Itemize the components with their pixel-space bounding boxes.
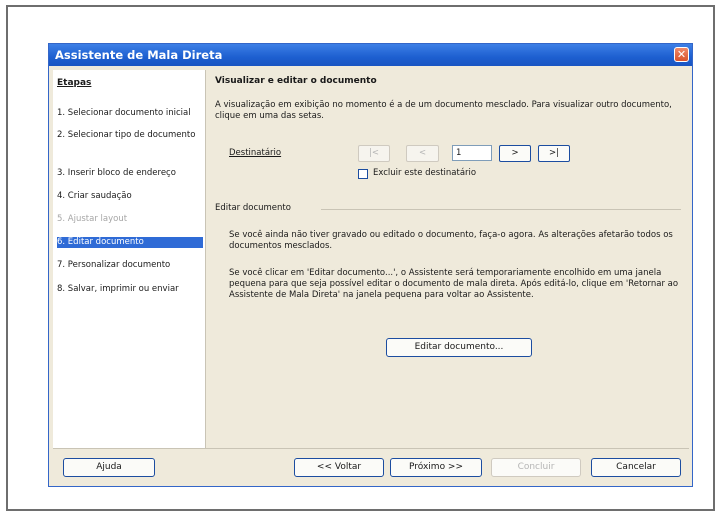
step-edit-document[interactable]: 6. Editar documento [57, 237, 203, 248]
title-bar: Assistente de Mala Direta ✕ [49, 44, 692, 66]
recipient-label: Destinatário [229, 148, 282, 158]
step-select-starting-document[interactable]: 1. Selecionar documento inicial [57, 108, 205, 119]
steps-heading: Etapas [57, 78, 92, 88]
help-button[interactable]: Ajuda [63, 458, 155, 477]
step-insert-address-block[interactable]: 3. Inserir bloco de endereço [57, 168, 205, 179]
next-button[interactable]: Próximo >> [390, 458, 482, 477]
first-record-button: |< [358, 145, 390, 162]
step-adjust-layout: 5. Ajustar layout [57, 214, 128, 224]
step-select-document-type[interactable]: 2. Selecionar tipo de documento [57, 130, 205, 141]
intro-text: A visualização em exibição no momento é … [215, 100, 672, 121]
exclude-recipient-checkbox[interactable] [358, 169, 368, 179]
mail-merge-wizard-dialog: Assistente de Mala Direta ✕ Etapas 1. Se… [48, 43, 693, 487]
step-content: Visualizar e editar o documento A visual… [215, 70, 685, 448]
back-button[interactable]: << Voltar [294, 458, 384, 477]
window-title: Assistente de Mala Direta [55, 48, 223, 62]
last-icon: >| [549, 148, 559, 158]
cancel-button[interactable]: Cancelar [591, 458, 681, 477]
close-icon: ✕ [676, 48, 687, 61]
section-title: Visualizar e editar o documento [215, 76, 377, 86]
next-record-button[interactable]: > [499, 145, 531, 162]
last-record-button[interactable]: >| [538, 145, 570, 162]
step-personalize-document[interactable]: 7. Personalizar documento [57, 260, 205, 271]
edit-document-heading: Editar documento [215, 203, 291, 213]
edit-info-paragraph-1: Se você ainda não tiver gravado ou edita… [229, 230, 673, 251]
finish-button: Concluir [491, 458, 581, 477]
exclude-recipient-label[interactable]: Excluir este destinatário [373, 168, 476, 178]
close-button[interactable]: ✕ [674, 47, 689, 62]
edit-document-button[interactable]: Editar documento... [386, 338, 532, 357]
section-divider [321, 209, 681, 210]
previous-record-button: < [406, 145, 439, 162]
step-create-salutation[interactable]: 4. Criar saudação [57, 191, 205, 202]
previous-icon: < [418, 148, 427, 158]
step-save-print-send[interactable]: 8. Salvar, imprimir ou enviar [57, 284, 205, 295]
footer-divider [53, 448, 689, 449]
edit-info-paragraph-2: Se você clicar em 'Editar documento...',… [229, 268, 679, 300]
steps-panel: Etapas 1. Selecionar documento inicial 2… [53, 70, 206, 448]
record-number-field[interactable]: 1 [452, 145, 492, 161]
next-icon: > [511, 148, 519, 158]
first-icon: |< [369, 148, 379, 158]
